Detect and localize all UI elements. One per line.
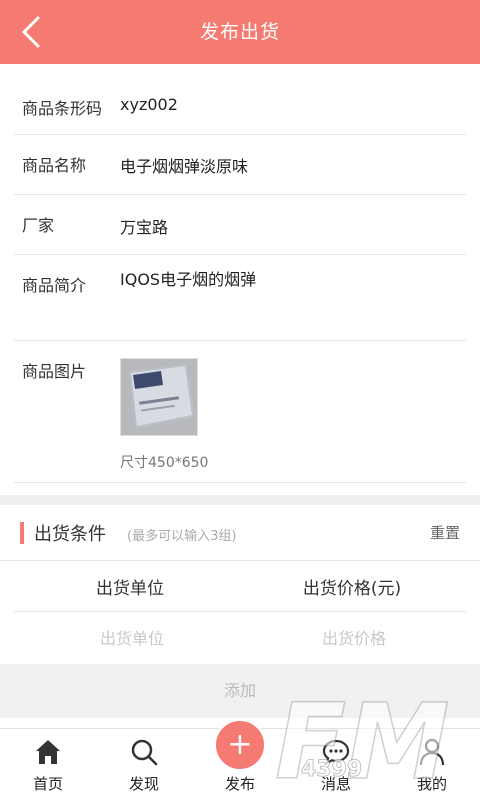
product-photo-image <box>121 359 197 435</box>
image-size-note: 尺寸450*650 <box>120 455 209 471</box>
section-accent-bar <box>20 522 24 544</box>
home-icon <box>36 740 60 764</box>
page-title: 发布出货 <box>199 21 280 43</box>
tab-publish-label: 发布 <box>224 775 255 793</box>
divider <box>14 482 466 483</box>
plus-icon: + <box>227 727 253 762</box>
add-button[interactable]: 添加 <box>0 664 480 718</box>
tab-messages[interactable]: 消息 <box>288 729 384 801</box>
maker-label: 厂家 <box>22 216 55 235</box>
publish-button[interactable]: + <box>213 718 267 772</box>
price-input[interactable] <box>262 622 446 654</box>
chat-bubble-icon <box>322 739 350 766</box>
barcode-field[interactable]: xyz002 <box>120 95 178 114</box>
tab-messages-label: 消息 <box>320 775 351 793</box>
section-gap <box>0 495 480 505</box>
divider <box>14 194 466 195</box>
barcode-label: 商品条形码 <box>22 99 103 118</box>
divider <box>0 560 480 561</box>
tab-discover-label: 发现 <box>128 775 159 793</box>
search-icon <box>131 739 158 766</box>
tab-mine-label: 我的 <box>416 775 447 793</box>
tab-discover[interactable]: 发现 <box>96 729 192 801</box>
product-image-thumbnail[interactable] <box>120 358 198 436</box>
product-name-label: 商品名称 <box>22 156 87 175</box>
description-label: 商品简介 <box>22 276 87 295</box>
tab-home[interactable]: 首页 <box>0 729 96 801</box>
unit-column-header: 出货单位 <box>96 579 164 599</box>
section-title: 出货条件 <box>34 524 106 545</box>
section-hint: (最多可以输入3组) <box>127 529 237 544</box>
divider <box>14 254 466 255</box>
reset-button[interactable]: 重置 <box>430 522 460 543</box>
product-name-field[interactable]: 电子烟烟弹淡原味 <box>120 153 248 177</box>
tab-home-label: 首页 <box>32 775 63 793</box>
divider <box>14 134 466 135</box>
description-field[interactable]: IQOS电子烟的烟弹 <box>120 266 256 290</box>
divider <box>14 340 466 341</box>
top-bar: 发布出货 <box>0 0 480 64</box>
person-icon <box>419 738 445 766</box>
divider <box>14 611 466 612</box>
price-column-header: 出货价格(元) <box>302 579 402 599</box>
tab-mine[interactable]: 我的 <box>384 729 480 801</box>
image-label: 商品图片 <box>22 362 87 381</box>
unit-input[interactable] <box>40 622 224 654</box>
maker-field[interactable]: 万宝路 <box>120 214 168 238</box>
